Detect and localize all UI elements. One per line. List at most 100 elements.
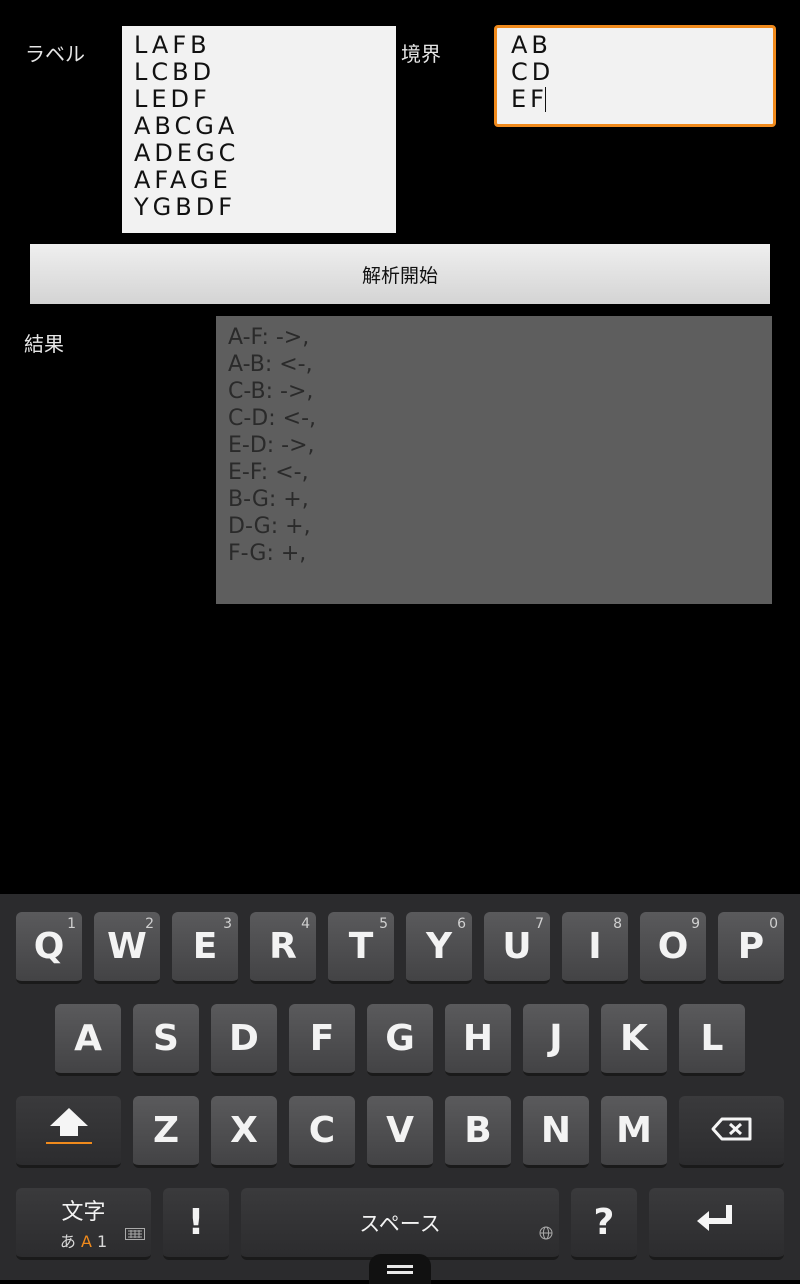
key-number-hint: 1	[67, 916, 76, 932]
result-line: F-G: +,	[228, 541, 307, 566]
key-number-hint: 2	[145, 916, 154, 932]
key-s[interactable]: S	[133, 1004, 199, 1076]
key-label: R	[269, 926, 297, 967]
result-caption: 結果	[24, 332, 64, 356]
mode-sublabel: あ A 1	[59, 1231, 108, 1251]
enter-key[interactable]	[649, 1188, 784, 1260]
key-b[interactable]: B	[445, 1096, 511, 1168]
key-label: U	[502, 926, 532, 967]
boundary-input[interactable]: AB CD EF	[494, 25, 776, 127]
start-analysis-button[interactable]: 解析開始	[30, 244, 770, 304]
key-p[interactable]: P0	[718, 912, 784, 984]
key-t[interactable]: T5	[328, 912, 394, 984]
key-label: Y	[425, 926, 453, 967]
boundary-line: AB	[511, 31, 552, 59]
key-number-hint: 5	[379, 916, 388, 932]
shift-key[interactable]	[16, 1096, 121, 1168]
enter-icon	[695, 1201, 739, 1244]
key-label: E	[192, 926, 218, 967]
key-v[interactable]: V	[367, 1096, 433, 1168]
keyboard-icon	[125, 1208, 145, 1249]
key-number-hint: 6	[457, 916, 466, 932]
key-label: X	[230, 1110, 258, 1151]
result-line: A-B: <-,	[228, 352, 313, 377]
mode-label: 文字	[61, 1199, 106, 1225]
label-input[interactable]: LAFB LCBD LEDF ABCGA ADEGC AFAGE YGBDF	[122, 26, 396, 233]
key-label: J	[549, 1018, 563, 1059]
key-label: P	[737, 926, 765, 967]
key-label: N	[540, 1110, 572, 1151]
key-number-hint: 9	[691, 916, 700, 932]
result-line: B-G: +,	[228, 487, 309, 512]
question-key[interactable]: ?	[571, 1188, 637, 1260]
key-label: L	[700, 1018, 724, 1059]
key-label: B	[464, 1110, 492, 1151]
exclamation-key[interactable]: !	[163, 1188, 229, 1260]
key-label: Z	[152, 1110, 180, 1151]
space-label: スペース	[359, 1211, 441, 1236]
space-key[interactable]: スペース	[241, 1188, 559, 1260]
key-label: F	[309, 1018, 335, 1059]
key-f[interactable]: F	[289, 1004, 355, 1076]
key-h[interactable]: H	[445, 1004, 511, 1076]
key-number-hint: 8	[613, 916, 622, 932]
label-line: ABCGA	[134, 112, 239, 140]
label-line: YGBDF	[134, 193, 237, 221]
key-c[interactable]: C	[289, 1096, 355, 1168]
label-line: AFAGE	[134, 166, 232, 194]
key-e[interactable]: E3	[172, 912, 238, 984]
key-y[interactable]: Y6	[406, 912, 472, 984]
key-i[interactable]: I8	[562, 912, 628, 984]
boundary-line: EF	[511, 85, 548, 113]
result-line: C-B: ->,	[228, 379, 314, 404]
key-label: M	[616, 1110, 652, 1151]
shift-icon	[44, 1104, 94, 1157]
key-label: A	[74, 1018, 102, 1059]
key-x[interactable]: X	[211, 1096, 277, 1168]
key-label: G	[385, 1018, 415, 1059]
key-r[interactable]: R4	[250, 912, 316, 984]
key-l[interactable]: L	[679, 1004, 745, 1076]
key-label: W	[107, 926, 147, 967]
key-g[interactable]: G	[367, 1004, 433, 1076]
key-label: V	[386, 1110, 414, 1151]
key-d[interactable]: D	[211, 1004, 277, 1076]
key-label: H	[462, 1018, 494, 1059]
boundary-line: CD	[511, 58, 555, 86]
key-u[interactable]: U7	[484, 912, 550, 984]
key-m[interactable]: M	[601, 1096, 667, 1168]
label-line: ADEGC	[134, 139, 240, 167]
key-label: Q	[33, 926, 65, 967]
handle-icon	[387, 1263, 413, 1275]
boundary-caption: 境界	[401, 42, 441, 66]
input-mode-key[interactable]: 文字 あ A 1	[16, 1188, 151, 1260]
key-number-hint: 7	[535, 916, 544, 932]
key-q[interactable]: Q1	[16, 912, 82, 984]
label-line: LCBD	[134, 58, 216, 86]
key-number-hint: 3	[223, 916, 232, 932]
key-label: D	[229, 1018, 259, 1059]
key-number-hint: 4	[301, 916, 310, 932]
label-line: LAFB	[134, 31, 211, 59]
key-w[interactable]: W2	[94, 912, 160, 984]
result-line: E-D: ->,	[228, 433, 315, 458]
result-line: C-D: <-,	[228, 406, 317, 431]
key-o[interactable]: O9	[640, 912, 706, 984]
key-a[interactable]: A	[55, 1004, 121, 1076]
key-number-hint: 0	[769, 916, 778, 932]
key-z[interactable]: Z	[133, 1096, 199, 1168]
result-output: A-F: ->, A-B: <-, C-B: ->, C-D: <-, E-D: ->,…	[216, 316, 772, 604]
backspace-key[interactable]	[679, 1096, 784, 1168]
key-j[interactable]: J	[523, 1004, 589, 1076]
backspace-icon	[710, 1110, 754, 1151]
key-k[interactable]: K	[601, 1004, 667, 1076]
key-label: K	[620, 1018, 648, 1059]
key-label: O	[657, 926, 689, 967]
text-cursor	[544, 87, 546, 112]
key-label: S	[153, 1018, 179, 1059]
result-line: E-F: <-,	[228, 460, 309, 485]
label-caption: ラベル	[25, 42, 85, 66]
key-n[interactable]: N	[523, 1096, 589, 1168]
globe-icon	[539, 1208, 553, 1249]
key-label: I	[588, 926, 602, 967]
